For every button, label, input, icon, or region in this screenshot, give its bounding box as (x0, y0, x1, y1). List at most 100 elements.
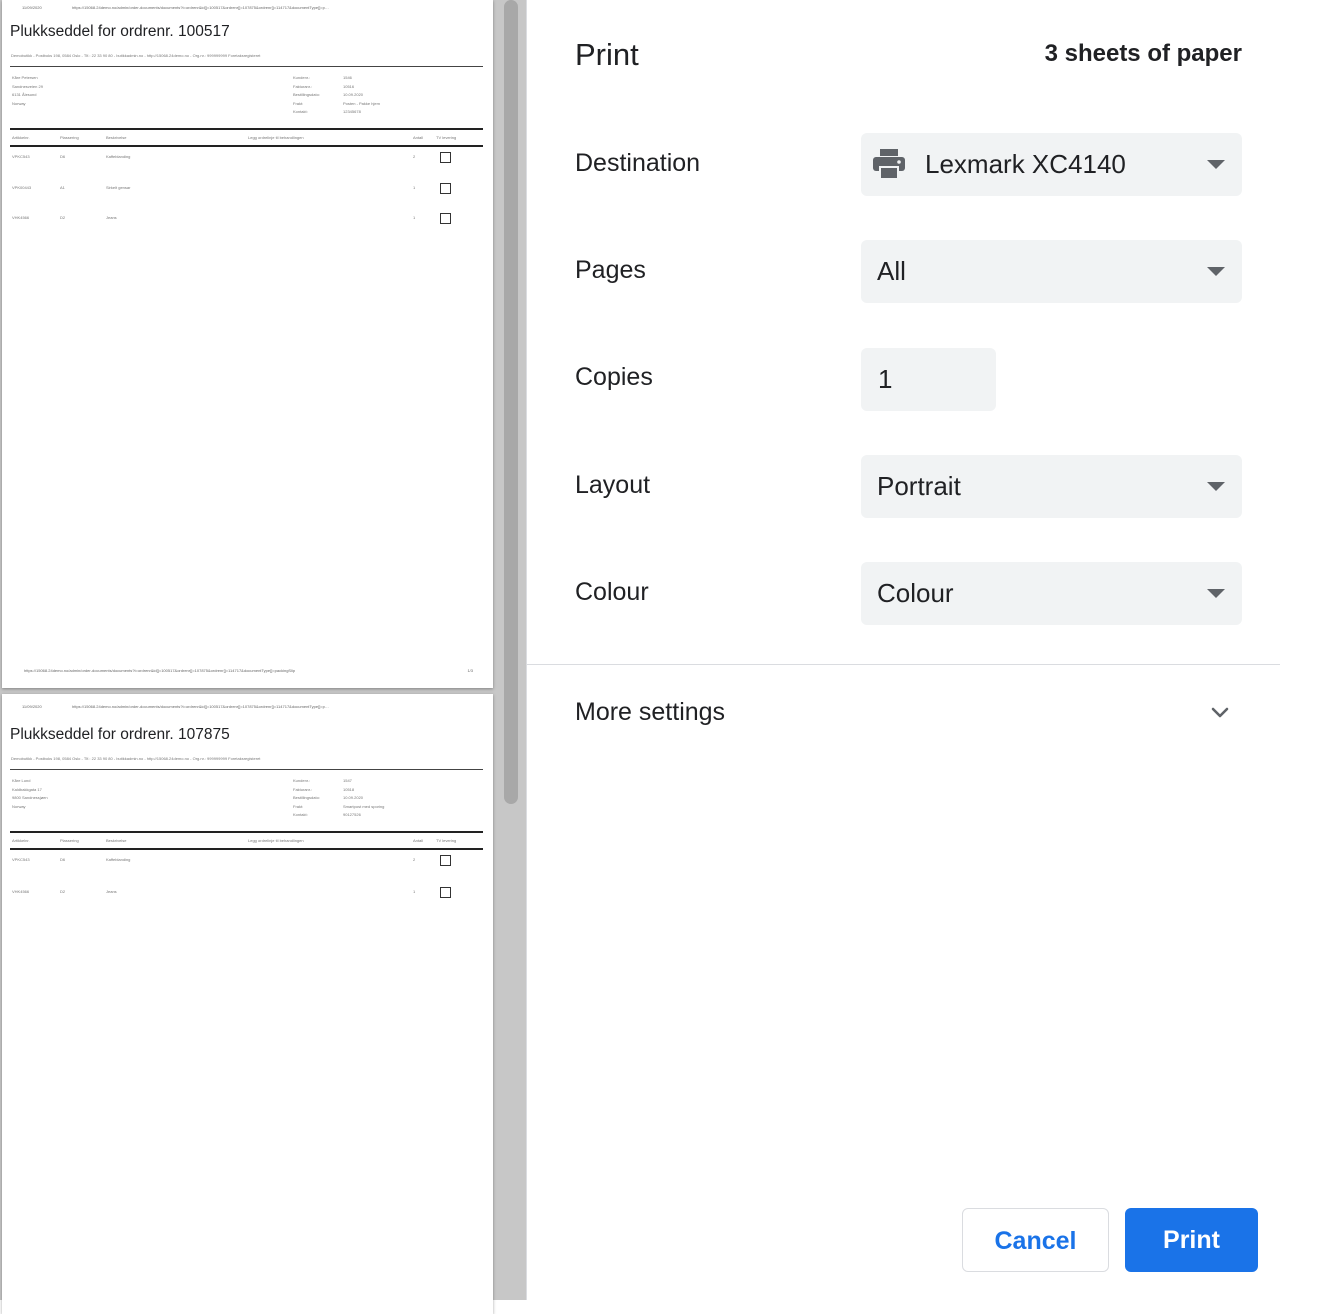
info-label: Fakturanr.: (293, 83, 313, 89)
customer-address: Kåre Petersen Sandnesveien 29 6131 Ålesu… (12, 74, 43, 108)
sheet-count: 3 sheets of paper (1044, 40, 1242, 67)
copies-input[interactable]: 1 (861, 348, 996, 411)
column-header: Artikkelnr. (12, 838, 30, 843)
info-value: Smartpost med sporing (343, 803, 385, 809)
colour-value: Colour (877, 578, 954, 608)
info-value: Posten - Pakke hjem (343, 100, 380, 106)
cell-location: D6 (60, 154, 66, 159)
section-divider (527, 664, 1280, 665)
print-button[interactable]: Print (1125, 1208, 1258, 1272)
cell-location: D2 (60, 889, 66, 894)
order-info-values: 1546 10516 10.09.2020 Posten - Pakke hje… (343, 74, 380, 117)
cell-description: Jeans (106, 215, 117, 220)
cell-location: A1 (60, 185, 65, 190)
layout-value: Portrait (877, 471, 961, 501)
cell-quantity: 1 (413, 215, 416, 220)
cell-description: Sirkelt gensar (106, 185, 131, 190)
address-line: 6131 Ålesund (12, 92, 37, 98)
cell-article: VHK4566 (12, 889, 30, 894)
info-value: 10.09.2020 (343, 795, 364, 801)
dropdown-arrow-icon (1207, 160, 1225, 169)
print-preview: 11/09/2020 https://15068.24demo.no/admin/… (0, 0, 526, 1314)
cell-quantity: 1 (413, 185, 416, 190)
cell-location: D6 (60, 857, 66, 862)
cell-quantity: 2 (413, 857, 416, 862)
column-header: Plassering (60, 838, 79, 843)
order-info-labels: Kundenr.: Fakturanr.: Bestillingsdato: F… (293, 74, 320, 117)
dialog-title: Print (575, 37, 639, 72)
table-top-rule (10, 128, 483, 130)
layout-select[interactable]: Portrait (861, 455, 1242, 518)
info-value: 10518 (343, 786, 355, 792)
info-label: Kundenr.: (293, 778, 311, 783)
sheet-header-date: 11/09/2020 (22, 5, 42, 10)
column-header: Antall (413, 838, 424, 843)
cell-quantity: 1 (413, 889, 416, 894)
info-value: 1546 (343, 75, 352, 80)
address-line: Sandnesveien 29 (12, 83, 43, 89)
divider (10, 769, 483, 770)
column-header: Beskrivelse (106, 135, 127, 140)
destination-select[interactable]: Lexmark XC4140 (861, 133, 1242, 196)
picking-slip-title: Plukkseddel for ordrenr. 107875 (10, 726, 230, 743)
destination-value: Lexmark XC4140 (925, 149, 1126, 179)
column-header: TV levering (436, 838, 457, 843)
info-value: 12345678 (343, 109, 361, 115)
sheet-page-number: 1/3 (467, 668, 473, 673)
company-info: Demobutikk - Postboks 198, 0584 Oslo - T… (11, 756, 261, 761)
cell-location: D2 (60, 215, 66, 220)
copies-value: 1 (878, 364, 893, 394)
sheet-footer-url: https://15068.24demo.no/admin/order-docu… (24, 668, 296, 673)
print-settings-panel: Print 3 sheets of paper Destination Lexm… (527, 0, 1342, 1300)
destination-label: Destination (575, 149, 701, 177)
table-header-rule (10, 145, 483, 147)
pages-select[interactable]: All (861, 240, 1242, 303)
info-label: Fakturanr.: (293, 786, 313, 792)
colour-label: Colour (575, 578, 649, 606)
row-checkbox (440, 213, 451, 224)
info-value: 1547 (343, 778, 352, 783)
info-label: Kontakt: (293, 109, 308, 115)
address-line: Kåre Lund (12, 778, 31, 783)
info-label: Kontakt: (293, 812, 308, 818)
address-line: Kåre Petersen (12, 75, 38, 80)
info-value: 90127526 (343, 812, 361, 818)
cell-description: Jeans (106, 889, 117, 894)
sheet-header-url: https://15068.24demo.no/admin/order-docu… (72, 5, 329, 10)
address-line: 9800 Sandnessjøen (12, 795, 48, 801)
customer-address: Kåre Lund Kaldbakkgata 17 9800 Sandnessj… (12, 777, 48, 811)
order-info-labels: Kundenr.: Fakturanr.: Bestillingsdato: F… (293, 777, 320, 820)
row-checkbox (440, 152, 451, 163)
cell-article: VPKC543 (12, 154, 30, 159)
info-value: 10.09.2020 (343, 92, 364, 98)
sheet-header: 11/09/2020 https://15068.24demo.no/admin/… (22, 5, 468, 11)
column-header: Plassering (60, 135, 79, 140)
copies-label: Copies (575, 363, 653, 391)
address-line: Kaldbakkgata 17 (12, 786, 42, 792)
preview-scrollbar-thumb[interactable] (504, 0, 518, 804)
row-checkbox (440, 855, 451, 866)
column-header: Artikkelnr. (12, 135, 30, 140)
order-info-values: 1547 10518 10.09.2020 Smartpost med spor… (343, 777, 384, 820)
dropdown-arrow-icon (1207, 589, 1225, 598)
sheet-header-date: 11/09/2020 (22, 704, 42, 709)
chevron-down-icon (1211, 707, 1229, 718)
column-header: Antall (413, 135, 424, 140)
column-header: TV levering (436, 135, 457, 140)
picking-slip-title: Plukkseddel for ordrenr. 100517 (10, 23, 230, 40)
more-settings-toggle[interactable]: More settings (527, 690, 1280, 740)
layout-label: Layout (575, 471, 651, 499)
address-line: Norway (12, 100, 26, 106)
sheet-header: 11/09/2020 https://15068.24demo.no/admin/… (22, 704, 468, 710)
info-label: Bestillingsdato: (293, 795, 320, 801)
cancel-button[interactable]: Cancel (962, 1208, 1109, 1272)
pages-value: All (877, 256, 906, 286)
sheet-header-url: https://15068.24demo.no/admin/order-docu… (72, 704, 329, 709)
info-value: 10516 (343, 83, 355, 89)
cell-description: Kaffeblanding (106, 857, 131, 862)
info-label: Frakt: (293, 803, 304, 809)
colour-select[interactable]: Colour (861, 562, 1242, 625)
info-label: Bestillingsdato: (293, 92, 320, 98)
cell-quantity: 2 (413, 154, 416, 159)
cell-description: Kaffeblanding (106, 154, 131, 159)
